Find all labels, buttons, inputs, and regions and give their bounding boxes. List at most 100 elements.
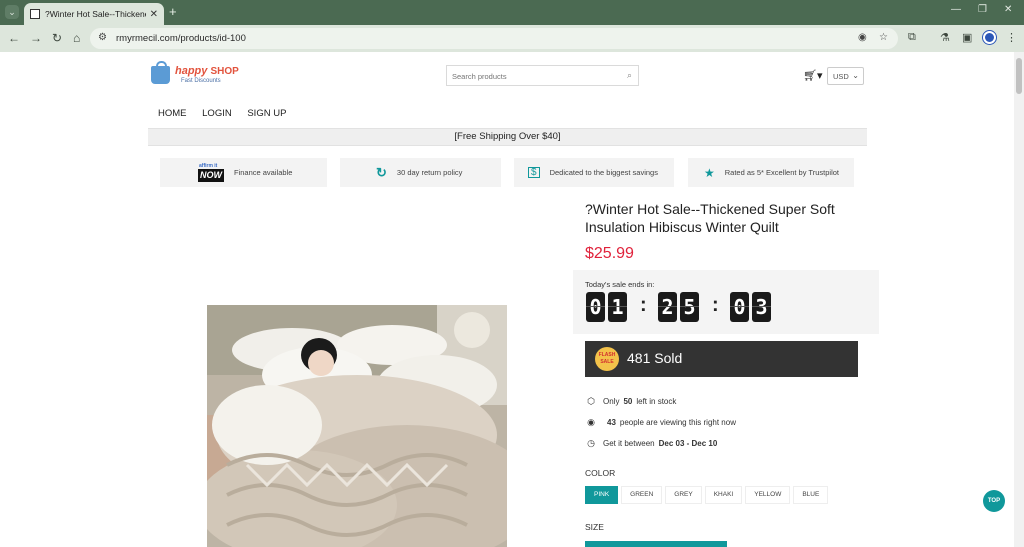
search-input[interactable] xyxy=(447,67,612,86)
menu-icon[interactable]: ⋮ xyxy=(1006,31,1017,44)
box-icon: ⬡ xyxy=(587,396,595,406)
feature-label: Rated as 5* Excellent by Trustpilot xyxy=(724,168,839,177)
back-icon[interactable]: ← xyxy=(8,31,20,45)
sold-count: 481 Sold xyxy=(627,350,683,366)
tab-search-button[interactable]: ⌄ xyxy=(5,5,19,19)
feature-label: 30 day return policy xyxy=(396,168,463,177)
browser-toolbar: ← → ↻ ⌂ ⚙ rmyrmecil.com/products/id-100 … xyxy=(0,25,1024,52)
color-option-grey[interactable]: GREY xyxy=(665,486,702,504)
affirm-now-logo: affirm it NOW xyxy=(198,163,224,183)
color-options: PINK GREEN GREY KHAKI YELLOW BLUE xyxy=(585,486,831,504)
chevron-down-icon: ⌄ xyxy=(852,71,859,80)
timer-seconds-ones: 3 xyxy=(752,292,771,322)
home-icon[interactable]: ⌂ xyxy=(73,31,80,45)
product-price: $25.99 xyxy=(585,245,634,262)
size-option[interactable] xyxy=(585,541,727,547)
labs-icon[interactable]: ⚗ xyxy=(940,31,950,44)
color-option-blue[interactable]: BLUE xyxy=(793,486,829,504)
eye-off-icon[interactable]: ◉ xyxy=(858,32,867,43)
shipping-banner: [Free Shipping Over $40] xyxy=(148,128,867,146)
cart-icon[interactable]: 🛒︎▾ xyxy=(803,69,823,82)
product-image[interactable] xyxy=(207,305,507,547)
logo-shop: SHOP xyxy=(210,66,239,77)
logo-name: happy xyxy=(175,65,208,77)
timer-hours-ones: 1 xyxy=(608,292,627,322)
timer-hours-tens: 0 xyxy=(586,292,605,322)
timer-minutes-tens: 2 xyxy=(658,292,677,322)
viewers-count: 43 xyxy=(607,418,616,427)
logo-tagline: Fast Discounts xyxy=(181,78,221,84)
color-option-pink[interactable]: PINK xyxy=(585,486,619,504)
delivery-info: ◷ Get it between Dec 03 - Dec 10 xyxy=(585,438,721,449)
viewers-info: ◉ 43 people are viewing this right now xyxy=(585,417,736,428)
color-option-yellow[interactable]: YELLOW xyxy=(745,486,791,504)
star-icon: ★ xyxy=(704,165,715,180)
menu-home[interactable]: HOME xyxy=(158,108,187,119)
back-to-top-button[interactable]: TOP xyxy=(983,490,1005,512)
timer-colon: : xyxy=(712,294,719,316)
color-label: COLOR xyxy=(585,468,616,478)
sidebar-icon[interactable]: ▣ xyxy=(962,31,972,44)
timer-minutes-ones: 5 xyxy=(680,292,699,322)
url-text[interactable]: rmyrmecil.com/products/id-100 xyxy=(116,33,246,44)
bookmark-star-icon[interactable]: ☆ xyxy=(879,32,888,43)
forward-icon[interactable]: → xyxy=(30,31,42,45)
logo-text: happy SHOP xyxy=(175,65,239,77)
search-box: ⌕ xyxy=(446,65,639,86)
sale-ends-label: Today's sale ends in: xyxy=(585,280,655,289)
reload-icon[interactable]: ↻ xyxy=(52,31,62,45)
flash-sale-badge: FLASH SALE xyxy=(595,347,619,371)
store-logo[interactable]: happy SHOP Fast Discounts xyxy=(151,61,241,88)
feature-savings: $ Dedicated to the biggest savings xyxy=(514,158,674,187)
minimize-icon[interactable]: — xyxy=(951,4,961,15)
delivery-pre: Get it between xyxy=(603,439,655,448)
countdown-box: Today's sale ends in: 0 1 : 2 5 : 0 3 xyxy=(573,270,879,334)
feature-trustpilot: ★ Rated as 5* Excellent by Trustpilot xyxy=(688,158,854,187)
tab-close-icon[interactable]: ✕ xyxy=(150,9,158,20)
delivery-range: Dec 03 - Dec 10 xyxy=(658,439,718,448)
address-bar[interactable]: ⚙ rmyrmecil.com/products/id-100 ◉ ☆ xyxy=(90,28,898,49)
stock-count: 50 xyxy=(623,397,633,406)
restore-icon[interactable]: ❐ xyxy=(978,4,987,15)
close-window-icon[interactable]: ✕ xyxy=(1004,4,1012,15)
currency-select[interactable]: USD ⌄ xyxy=(827,67,864,85)
scrollbar-thumb[interactable] xyxy=(1016,58,1022,94)
stock-pre: Only xyxy=(603,397,620,406)
eye-icon: ◉ xyxy=(587,417,595,427)
color-option-green[interactable]: GREEN xyxy=(621,486,663,504)
main-menu: HOME LOGIN SIGN UP xyxy=(158,108,299,119)
stock-post: left in stock xyxy=(636,397,677,406)
timer-colon: : xyxy=(640,294,647,316)
return-arrow-icon: ↻ xyxy=(376,164,387,180)
quilt-photo xyxy=(207,305,507,547)
feature-label: Finance available xyxy=(234,168,293,177)
tab-title: ?Winter Hot Sale--Thickened S xyxy=(45,9,146,19)
favicon xyxy=(30,9,40,19)
menu-login[interactable]: LOGIN xyxy=(202,108,232,119)
timer-seconds-tens: 0 xyxy=(730,292,749,322)
browser-tab[interactable]: ?Winter Hot Sale--Thickened S ✕ xyxy=(24,3,164,25)
new-tab-button[interactable]: + xyxy=(169,5,177,19)
clock-icon: ◷ xyxy=(587,438,595,448)
menu-signup[interactable]: SIGN UP xyxy=(247,108,286,119)
search-icon[interactable]: ⌕ xyxy=(627,70,632,81)
feature-finance: affirm it NOW Finance available xyxy=(160,158,327,187)
size-label: SIZE xyxy=(585,522,604,532)
feature-returns: ↻ 30 day return policy xyxy=(340,158,501,187)
product-title: ?Winter Hot Sale--Thickened Super Soft I… xyxy=(585,201,835,235)
viewers-post: people are viewing this right now xyxy=(619,418,736,427)
shopping-bag-icon xyxy=(151,61,170,84)
page-viewport: happy SHOP Fast Discounts ⌕ 🛒︎▾ USD ⌄ HO… xyxy=(0,52,1024,547)
feature-label: Dedicated to the biggest savings xyxy=(549,168,658,177)
cash-icon: $ xyxy=(528,167,540,178)
page-scrollbar[interactable] xyxy=(1014,52,1024,547)
profile-icon[interactable] xyxy=(983,31,996,44)
currency-value: USD xyxy=(833,72,849,81)
browser-tab-strip: ⌄ ?Winter Hot Sale--Thickened S ✕ + — ❐ … xyxy=(0,0,1024,25)
stock-info: ⬡ Only 50 left in stock xyxy=(585,396,676,407)
sold-banner: FLASH SALE 481 Sold xyxy=(585,341,858,377)
affirm-now: NOW xyxy=(198,168,224,182)
site-settings-icon[interactable]: ⚙ xyxy=(98,32,107,43)
color-option-khaki[interactable]: KHAKI xyxy=(704,486,743,504)
extensions-icon[interactable]: ⧉ xyxy=(908,31,916,44)
